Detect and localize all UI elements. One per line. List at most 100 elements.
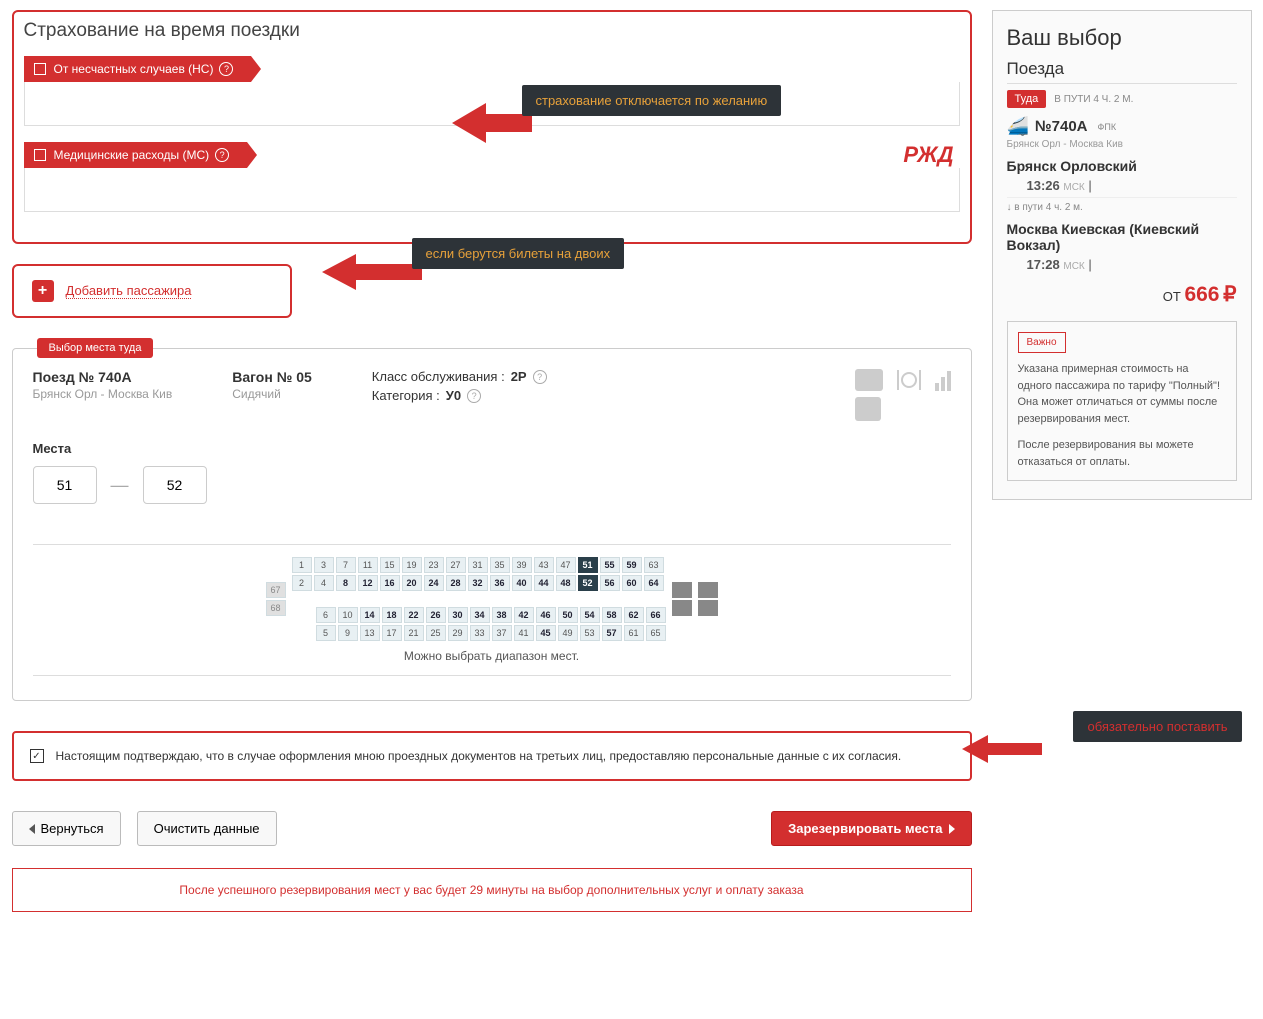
- seat-11[interactable]: 11: [358, 557, 378, 573]
- help-icon[interactable]: ?: [219, 62, 233, 76]
- seat-36[interactable]: 36: [490, 575, 510, 591]
- seat-20[interactable]: 20: [402, 575, 422, 591]
- seat-49[interactable]: 49: [558, 625, 578, 641]
- seat-25[interactable]: 25: [426, 625, 446, 641]
- seat-15[interactable]: 15: [380, 557, 400, 573]
- seat-57[interactable]: 57: [602, 625, 622, 641]
- class-value: 2Р: [511, 369, 527, 384]
- seat-39[interactable]: 39: [512, 557, 532, 573]
- clear-button[interactable]: Очистить данные: [137, 811, 277, 846]
- checkbox-icon[interactable]: [34, 63, 46, 75]
- rzd-logo-icon: РЖД: [903, 142, 953, 168]
- seat-45[interactable]: 45: [536, 625, 556, 641]
- seat-blank: [672, 582, 692, 598]
- help-icon[interactable]: ?: [215, 148, 229, 162]
- seat-44[interactable]: 44: [534, 575, 554, 591]
- reserve-button[interactable]: Зарезервировать места: [771, 811, 971, 846]
- seat-53[interactable]: 53: [580, 625, 600, 641]
- help-icon[interactable]: ?: [533, 370, 547, 384]
- seat-6[interactable]: 6: [316, 607, 336, 623]
- seat-40[interactable]: 40: [512, 575, 532, 591]
- seat-66[interactable]: 66: [646, 607, 666, 623]
- insurance-option-accident[interactable]: От несчастных случаев (НС) ?: [24, 56, 252, 82]
- seat-54[interactable]: 54: [580, 607, 600, 623]
- seat-30[interactable]: 30: [448, 607, 468, 623]
- seat-52[interactable]: 52: [578, 575, 598, 591]
- seat-9[interactable]: 9: [338, 625, 358, 641]
- seat-63[interactable]: 63: [644, 557, 664, 573]
- seat-38[interactable]: 38: [492, 607, 512, 623]
- seat-10[interactable]: 10: [338, 607, 358, 623]
- seat-side[interactable]: 68: [266, 600, 286, 616]
- important-badge: Важно: [1018, 332, 1066, 353]
- seat-from-input[interactable]: [33, 466, 97, 504]
- seat-19[interactable]: 19: [402, 557, 422, 573]
- seat-29[interactable]: 29: [448, 625, 468, 641]
- seat-blank: [698, 600, 718, 616]
- seat-5[interactable]: 5: [316, 625, 336, 641]
- seat-56[interactable]: 56: [600, 575, 620, 591]
- summary-section: Поезда: [1007, 59, 1237, 84]
- seat-50[interactable]: 50: [558, 607, 578, 623]
- seat-14[interactable]: 14: [360, 607, 380, 623]
- price-amount: 666: [1184, 283, 1219, 306]
- seat-64[interactable]: 64: [644, 575, 664, 591]
- seat-2[interactable]: 2: [292, 575, 312, 591]
- help-icon[interactable]: ?: [467, 389, 481, 403]
- consent-checkbox[interactable]: ✓: [30, 749, 44, 763]
- seat-3[interactable]: 3: [314, 557, 334, 573]
- seat-65[interactable]: 65: [646, 625, 666, 641]
- seat-tab: Выбор места туда: [37, 338, 154, 358]
- seat-24[interactable]: 24: [424, 575, 444, 591]
- seat-42[interactable]: 42: [514, 607, 534, 623]
- seat-47[interactable]: 47: [556, 557, 576, 573]
- seat-46[interactable]: 46: [536, 607, 556, 623]
- checkbox-icon[interactable]: [34, 149, 46, 161]
- back-button[interactable]: Вернуться: [12, 811, 121, 846]
- seat-4[interactable]: 4: [314, 575, 334, 591]
- insurance-option-medical[interactable]: Медицинские расходы (МС) ?: [24, 142, 248, 168]
- seat-17[interactable]: 17: [382, 625, 402, 641]
- arrow-icon: [322, 250, 422, 294]
- seat-8[interactable]: 8: [336, 575, 356, 591]
- duration-top: В ПУТИ 4 Ч. 2 М.: [1054, 94, 1133, 105]
- seat-range: —: [33, 466, 951, 504]
- seat-23[interactable]: 23: [424, 557, 444, 573]
- seat-59[interactable]: 59: [622, 557, 642, 573]
- seat-61[interactable]: 61: [624, 625, 644, 641]
- seat-12[interactable]: 12: [358, 575, 378, 591]
- price-prefix: ОТ: [1163, 289, 1181, 304]
- seat-37[interactable]: 37: [492, 625, 512, 641]
- seat-35[interactable]: 35: [490, 557, 510, 573]
- seat-21[interactable]: 21: [404, 625, 424, 641]
- seat-28[interactable]: 28: [446, 575, 466, 591]
- insurance-panel-1: [24, 82, 960, 126]
- seat-27[interactable]: 27: [446, 557, 466, 573]
- seat-33[interactable]: 33: [470, 625, 490, 641]
- seat-51[interactable]: 51: [578, 557, 598, 573]
- add-passenger-link[interactable]: Добавить пассажира: [66, 283, 192, 299]
- seat-58[interactable]: 58: [602, 607, 622, 623]
- seat-1[interactable]: 1: [292, 557, 312, 573]
- seat-26[interactable]: 26: [426, 607, 446, 623]
- add-passenger-button[interactable]: + Добавить пассажира: [12, 264, 292, 318]
- seat-31[interactable]: 31: [468, 557, 488, 573]
- seat-55[interactable]: 55: [600, 557, 620, 573]
- seat-22[interactable]: 22: [404, 607, 424, 623]
- seat-62[interactable]: 62: [624, 607, 644, 623]
- eticket-icon: [855, 369, 883, 391]
- seat-18[interactable]: 18: [382, 607, 402, 623]
- seat-43[interactable]: 43: [534, 557, 554, 573]
- seat-48[interactable]: 48: [556, 575, 576, 591]
- seat-16[interactable]: 16: [380, 575, 400, 591]
- seat-60[interactable]: 60: [622, 575, 642, 591]
- seat-to-input[interactable]: [143, 466, 207, 504]
- seat-side[interactable]: 67: [266, 582, 286, 598]
- seat-32[interactable]: 32: [468, 575, 488, 591]
- duration-mid: в пути 4 ч. 2 м.: [1014, 202, 1083, 213]
- seat-41[interactable]: 41: [514, 625, 534, 641]
- seat-34[interactable]: 34: [470, 607, 490, 623]
- seat-13[interactable]: 13: [360, 625, 380, 641]
- footer-note: После успешного резервирования мест у ва…: [12, 868, 972, 912]
- seat-7[interactable]: 7: [336, 557, 356, 573]
